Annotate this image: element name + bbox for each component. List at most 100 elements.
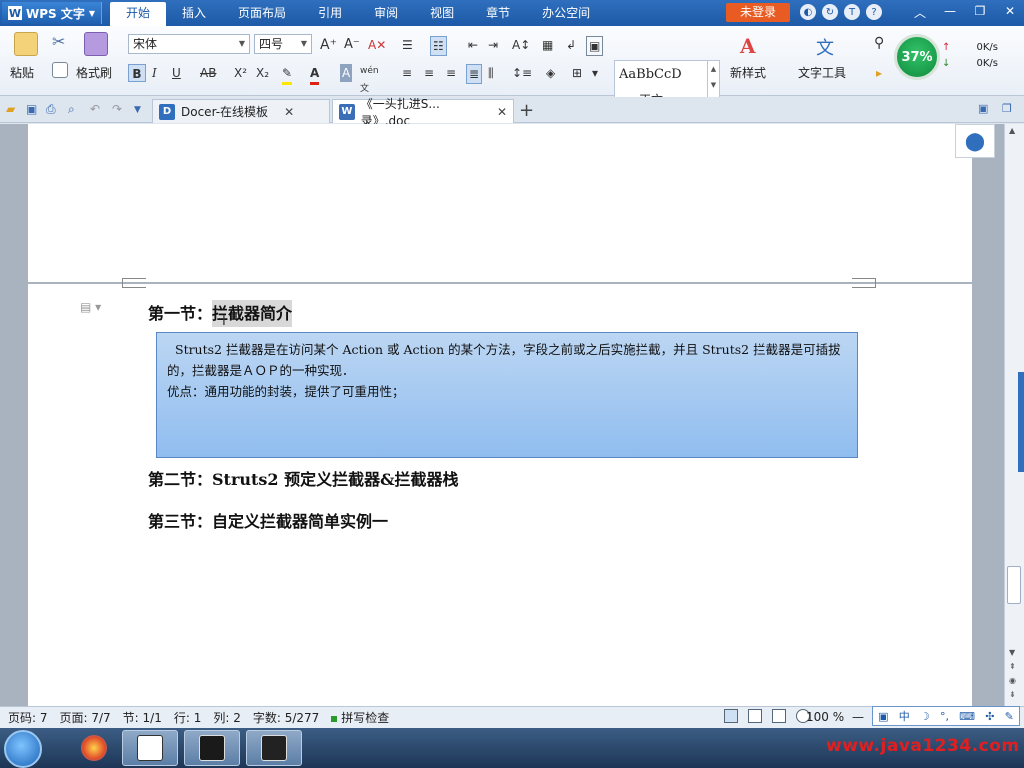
ime-moon-icon[interactable]: ☽: [920, 710, 930, 723]
undo-icon[interactable]: ↶: [90, 102, 100, 116]
ime-tools-icon[interactable]: ✣: [985, 710, 994, 723]
task-app-1[interactable]: [66, 730, 122, 766]
ime-punct-icon[interactable]: °,: [940, 710, 949, 723]
format-painter-button[interactable]: 格式刷: [76, 64, 112, 81]
open-folder-icon[interactable]: ▰: [6, 102, 15, 116]
distribute-icon[interactable]: ⫼: [488, 64, 494, 82]
font-color-icon[interactable]: A: [310, 64, 320, 85]
task-app-wps[interactable]: [122, 730, 178, 766]
ime-mode[interactable]: 中: [899, 708, 910, 724]
close-icon[interactable]: ✕: [1002, 4, 1018, 21]
task-app-4[interactable]: [246, 730, 302, 766]
bold-icon[interactable]: B: [128, 64, 146, 82]
page-view-icon[interactable]: [724, 709, 738, 723]
shrink-font-icon[interactable]: A⁻: [344, 36, 360, 54]
new-style-icon[interactable]: A: [740, 34, 764, 58]
italic-icon[interactable]: I: [152, 64, 157, 82]
redo-icon[interactable]: ↷: [112, 102, 122, 116]
outline-view-icon[interactable]: [748, 709, 762, 723]
tab-start[interactable]: 开始: [110, 2, 167, 26]
zoom-level[interactable]: 100 %: [806, 710, 844, 724]
restore-icon[interactable]: ❐: [972, 4, 988, 21]
grow-font-icon[interactable]: A⁺: [320, 36, 337, 54]
tab-list-icon[interactable]: ▣: [978, 102, 988, 115]
show-marks-icon[interactable]: ↲: [566, 36, 576, 54]
align-right-icon[interactable]: ≡: [446, 64, 456, 82]
prev-page-icon[interactable]: ⇞: [1009, 662, 1016, 671]
app-menu-button[interactable]: W WPS 文字 ▼: [2, 2, 103, 24]
print-icon[interactable]: ⎙: [46, 102, 56, 117]
clear-format-icon[interactable]: A✕: [368, 36, 386, 54]
status-word-count[interactable]: 字数: 5/277: [245, 709, 323, 726]
tab-references[interactable]: 引用: [302, 0, 358, 26]
minimize-icon[interactable]: —: [942, 4, 958, 21]
scroll-thumb[interactable]: [1007, 566, 1021, 604]
heading-section-3[interactable]: 第三节：自定义拦截器简单实例一: [148, 508, 388, 532]
start-button-icon[interactable]: [4, 730, 42, 768]
skin-icon[interactable]: ◐: [800, 4, 816, 20]
close-icon[interactable]: ✕: [284, 105, 294, 119]
navigation-pin-icon[interactable]: ⬤: [955, 124, 995, 158]
shirt-icon[interactable]: T: [844, 4, 860, 20]
bullet-list-icon[interactable]: ☰: [402, 36, 413, 54]
justify-icon[interactable]: ≣: [466, 64, 483, 84]
borders-icon[interactable]: ⊞: [572, 64, 582, 82]
tab-chapter[interactable]: 章节: [470, 0, 526, 26]
tab-office-space[interactable]: 办公空间: [526, 0, 606, 26]
increase-indent-icon[interactable]: ⇥: [488, 36, 498, 54]
task-app-3[interactable]: [184, 730, 240, 766]
restore-tab-icon[interactable]: ❐: [1002, 102, 1012, 115]
select-icon[interactable]: ▸: [876, 64, 882, 82]
memory-gauge[interactable]: 37%: [894, 34, 940, 80]
heading-section-1[interactable]: 第一节：拦截器简介: [148, 300, 293, 327]
align-left-icon[interactable]: ≡: [402, 64, 412, 82]
phonetic-guide-icon[interactable]: wén 文: [360, 62, 379, 98]
text-direction-icon[interactable]: A↕: [512, 36, 530, 54]
refresh-icon[interactable]: ↻: [822, 4, 838, 20]
strikethrough-icon[interactable]: AB: [200, 64, 216, 82]
font-size-select[interactable]: 四号 ▼: [254, 34, 312, 54]
new-tab-icon[interactable]: +: [519, 100, 534, 121]
table-icon[interactable]: ▦: [542, 36, 553, 54]
ime-switch-icon[interactable]: ▣: [878, 710, 888, 723]
underline-icon[interactable]: U: [172, 64, 181, 82]
text-tools-button[interactable]: 文字工具: [798, 64, 846, 81]
tab-review[interactable]: 审阅: [358, 0, 414, 26]
side-panel-toggle[interactable]: [1018, 372, 1024, 472]
collapse-ribbon-icon[interactable]: ︿: [912, 4, 928, 21]
web-view-icon[interactable]: [772, 709, 786, 723]
close-icon[interactable]: ✕: [497, 105, 507, 119]
format-painter-icon[interactable]: [84, 32, 108, 56]
subscript-icon[interactable]: X₂: [256, 64, 269, 82]
status-page[interactable]: 页面: 7/7: [52, 709, 115, 726]
shading-icon[interactable]: ◈: [546, 64, 555, 82]
scroll-down-icon[interactable]: ▼: [1009, 648, 1015, 657]
tab-insert[interactable]: 插入: [166, 0, 222, 26]
new-style-button[interactable]: 新样式: [730, 64, 766, 81]
char-shading-icon[interactable]: A: [340, 64, 353, 82]
tab-page-layout[interactable]: 页面布局: [222, 0, 302, 26]
copy-icon[interactable]: [52, 62, 68, 78]
ime-settings-icon[interactable]: ✎: [1005, 710, 1014, 723]
numbered-list-icon[interactable]: ☷: [430, 36, 447, 56]
align-center-icon[interactable]: ≡: [424, 64, 434, 82]
zoom-out-icon[interactable]: —: [852, 710, 864, 724]
tab-document[interactable]: W 《一头扎进S...录》.doc ✕: [332, 97, 514, 128]
print-preview-icon[interactable]: ⌕: [68, 102, 75, 117]
cut-icon[interactable]: ✂: [52, 32, 68, 51]
heading-section-2[interactable]: 第二节：Struts2 预定义拦截器&拦截器栈: [148, 466, 459, 490]
border-icon[interactable]: ▣: [586, 36, 604, 56]
next-page-icon[interactable]: ⇟: [1009, 690, 1016, 699]
ime-keyboard-icon[interactable]: ⌨: [959, 710, 975, 723]
help-icon[interactable]: ?: [866, 4, 882, 20]
find-icon[interactable]: ⚲: [874, 34, 884, 52]
decrease-indent-icon[interactable]: ⇤: [468, 36, 478, 54]
highlight-icon[interactable]: ✎: [282, 64, 293, 85]
paste-icon[interactable]: [14, 32, 38, 56]
page[interactable]: ▤ ▾ 第一节：拦截器简介 I Struts2 拦截器是在访问某个 Action…: [28, 124, 972, 706]
spell-check-button[interactable]: 拼写检查: [323, 709, 393, 726]
text-tools-icon[interactable]: 文: [816, 34, 840, 59]
borders-dropdown-icon[interactable]: ▾: [592, 64, 598, 82]
tab-docer[interactable]: D Docer-在线模板 ✕: [152, 99, 330, 123]
scroll-up-icon[interactable]: ▲: [1009, 126, 1015, 135]
